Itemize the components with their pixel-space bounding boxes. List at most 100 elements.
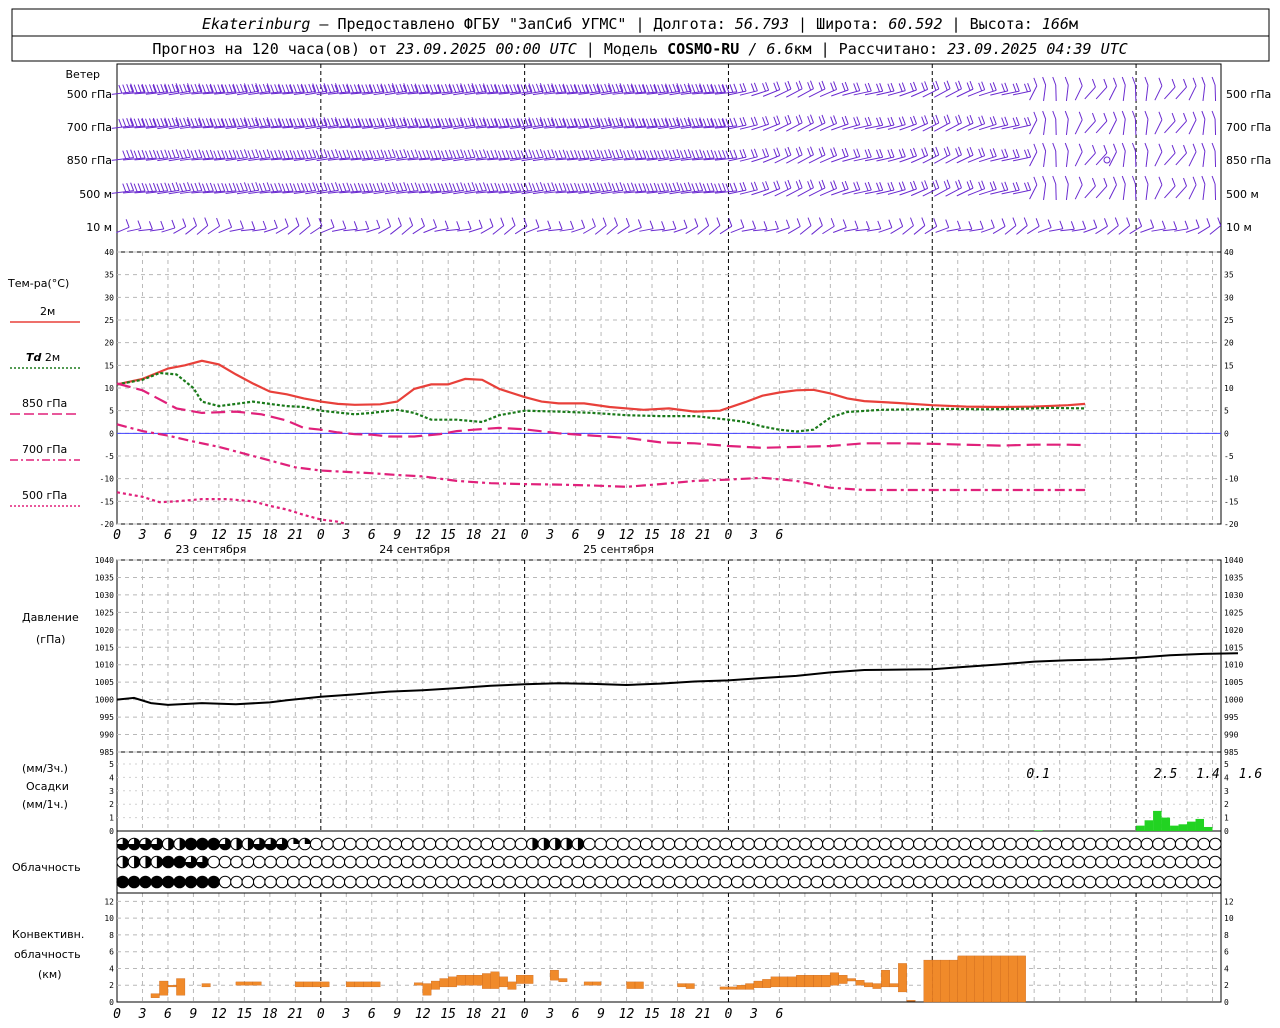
wind-barb-feather: [191, 184, 194, 192]
temp-x-tick: 3: [749, 528, 758, 543]
precip-bar: [1196, 819, 1204, 831]
wind-barb: [698, 226, 709, 235]
legend-t700-label: 700 гПа: [22, 443, 67, 456]
cloud-symbol: [367, 856, 379, 868]
cloud-symbol: [936, 876, 948, 888]
wind-barb-feather: [616, 183, 619, 191]
wind-barb-feather: [149, 84, 152, 92]
conv-bar: [244, 982, 252, 985]
wind-barb-feather: [1043, 111, 1046, 119]
wind-barb-feather: [218, 84, 221, 92]
wind-barb-feather: [786, 220, 789, 228]
wind-barb: [453, 91, 475, 94]
wind-barb-feather: [799, 180, 802, 188]
meteogram-canvas: Ekaterinburg – Предоставлено ФГБУ "ЗапСи…: [0, 0, 1280, 1024]
wind-barb-feather: [286, 118, 289, 126]
wind-barb-feather: [707, 150, 710, 158]
temp-x-tick: 12: [211, 528, 227, 543]
header-line-2: Прогноз на 120 часа(ов) от 23.09.2025 00…: [152, 40, 1127, 58]
wind-barb-feather: [1060, 221, 1063, 229]
wind-barb-feather: [1202, 176, 1205, 184]
wind-barb-feather: [548, 150, 551, 158]
wind-barb-feather: [808, 148, 811, 156]
conv-tick-right: 8: [1224, 931, 1229, 940]
precip-bar: [1136, 826, 1144, 831]
longitude: 56.793: [735, 15, 789, 33]
cloud-symbol: [345, 838, 357, 850]
wind-barb-feather: [910, 149, 913, 157]
wind-barb-feather: [899, 117, 902, 125]
conv-bar: [745, 984, 753, 990]
pressure-title: Давление: [22, 611, 79, 624]
cloud-symbol: [379, 876, 391, 888]
conv-bar: [457, 975, 465, 985]
wind-barb-feather: [1092, 145, 1095, 153]
legend-td-label: Td 2м: [26, 351, 60, 364]
wind-barb-feather: [627, 84, 630, 92]
wind-barb-feather: [673, 84, 676, 92]
wind-barb-feather: [967, 149, 970, 157]
wind-barb-feather: [453, 85, 456, 93]
cloud-symbol: [572, 876, 584, 888]
cloud-symbol: [686, 856, 698, 868]
wind-barb-feather: [646, 151, 649, 159]
wind-barb: [1123, 151, 1125, 167]
wind-barb-feather: [616, 150, 619, 158]
wind-barb-feather: [717, 218, 720, 226]
wind-barb-feather: [555, 119, 558, 127]
wind-barb-feather: [684, 220, 687, 228]
wind-barb-feather: [680, 151, 683, 159]
wind-barb-feather: [218, 150, 221, 158]
wind-barb-feather: [993, 116, 996, 124]
cloud-symbol: [310, 838, 322, 850]
wind-level-500m-right: 500 м: [1226, 188, 1259, 201]
cloud-symbol: [1096, 838, 1108, 850]
wind-barb-feather: [669, 119, 672, 127]
conv-x-tick: 3: [341, 1007, 350, 1022]
wind-barb: [1075, 86, 1082, 100]
wind-barb-feather: [947, 147, 950, 155]
conv-bar: [312, 982, 320, 987]
conv-bar: [932, 960, 940, 1002]
conv-bar: [720, 987, 728, 990]
wind-level-850hpa-right: 850 гПа: [1226, 154, 1271, 167]
conv-x-tick: 0: [521, 1007, 529, 1022]
wind-barb-feather: [172, 150, 175, 158]
wind-barb: [1176, 87, 1187, 99]
wind-barb: [731, 227, 744, 232]
wind-barb-feather: [958, 180, 961, 188]
temp-series-4: [117, 492, 346, 524]
wind-barb: [891, 226, 903, 233]
wind-barb: [1044, 119, 1046, 135]
temp-tick-right: -10: [1224, 475, 1239, 484]
wind-barb-feather: [510, 184, 513, 192]
wind-barb-feather: [1172, 145, 1175, 153]
wind-barb-feather: [518, 183, 521, 191]
wind-barb-feather: [743, 149, 746, 157]
wind-barb-feather: [673, 118, 676, 126]
conv-bar: [202, 984, 210, 987]
cloud-symbol: [811, 838, 823, 850]
cloud-symbol: [686, 876, 698, 888]
cloud-symbol: [834, 876, 846, 888]
wind-barb-feather: [119, 85, 122, 93]
wind-barb: [515, 226, 527, 234]
cloud-symbol-fill: [145, 856, 151, 868]
wind-barb-feather: [559, 183, 562, 191]
cloud-symbol: [1210, 856, 1222, 868]
wind-barb-feather: [819, 181, 822, 189]
wind-barb-feather: [1139, 218, 1142, 226]
wind-barb-feather: [373, 151, 376, 159]
wind-barb-feather: [910, 218, 913, 226]
wind-barb-feather: [1005, 83, 1008, 91]
cloud-symbol: [413, 856, 425, 868]
temp-x-tick: 18: [466, 528, 482, 543]
cloud-symbol: [970, 856, 982, 868]
cloud-symbol-fill: [305, 838, 311, 844]
cloud-symbol-fill: [168, 838, 174, 850]
wind-barb: [1075, 185, 1082, 199]
conv-bar: [414, 983, 422, 986]
wind-barb-feather: [180, 184, 183, 192]
conv-bar: [941, 960, 949, 1002]
wind-barb-feather: [958, 115, 961, 123]
